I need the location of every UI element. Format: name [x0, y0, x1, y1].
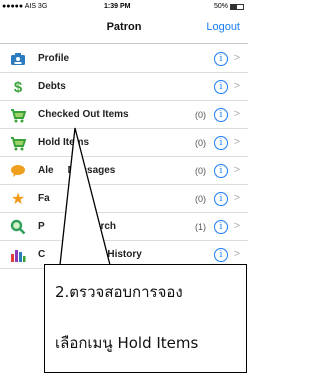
- instruction-callout: 2.ตรวจสอบการจอง เลือกเมนู Hold Items: [44, 264, 247, 373]
- callout-menu-text: เลือกเมนู Hold Items: [55, 334, 199, 352]
- callout-step-text: 2.ตรวจสอบการจอง: [55, 283, 183, 301]
